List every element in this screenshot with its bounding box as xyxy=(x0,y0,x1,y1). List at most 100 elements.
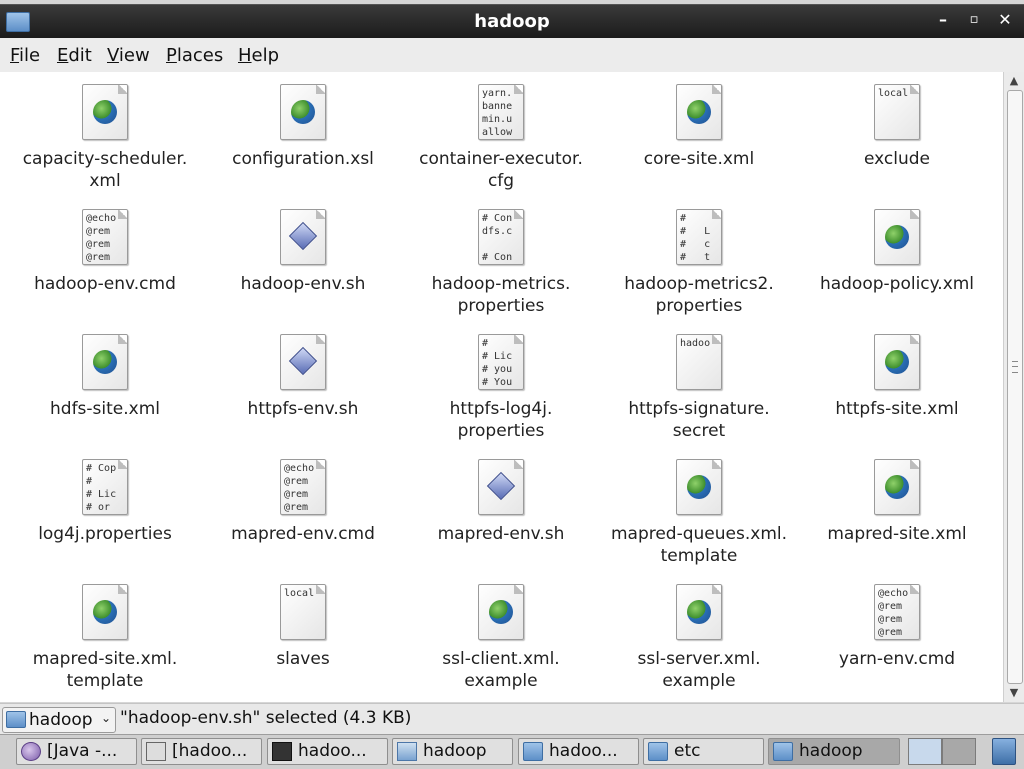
status-bar: hadoop ⌄ "hadoop-env.sh" selected (4.3 K… xyxy=(0,703,1024,734)
file-item[interactable]: local slaves xyxy=(204,584,402,709)
file-name: httpfs-env.sh xyxy=(247,399,359,419)
scroll-up-arrow-icon[interactable]: ▲ xyxy=(1007,74,1021,88)
menu-bar: File Edit View Places Help xyxy=(0,38,1024,73)
xml-file-icon xyxy=(82,84,128,140)
file-item[interactable]: hadoo httpfs-signature. secret xyxy=(600,334,798,459)
file-item[interactable]: # Cop # # Lic # or log4j.properties xyxy=(6,459,204,584)
taskbar-item-label: etc xyxy=(674,741,701,761)
file-preview-text: # # L # c # t xyxy=(680,213,711,263)
trash-icon[interactable] xyxy=(992,738,1016,765)
file-preview-text: @echo @rem @rem @rem xyxy=(86,213,117,263)
globe-icon xyxy=(687,475,711,499)
workspace-1-button[interactable] xyxy=(908,738,942,765)
file-preview-text: yarn. banne min.u allow xyxy=(482,88,513,138)
home-folder-icon xyxy=(397,742,417,761)
file-item[interactable]: mapred-env.sh xyxy=(402,459,600,584)
file-item[interactable]: capacity-scheduler. xml xyxy=(6,84,204,209)
globe-icon xyxy=(489,600,513,624)
xml-file-icon xyxy=(280,84,326,140)
workspace-2-button[interactable] xyxy=(942,738,976,765)
taskbar: [Java -... [hadoo... hadoo... hadoop had… xyxy=(0,734,1024,769)
vertical-scrollbar[interactable]: ▲ ▼ xyxy=(1003,72,1024,702)
xml-file-icon xyxy=(676,584,722,640)
file-name: capacity-scheduler. xml xyxy=(22,149,188,191)
xml-file-icon xyxy=(874,334,920,390)
terminal-icon xyxy=(272,742,292,761)
taskbar-item-label: [hadoo... xyxy=(172,741,248,761)
minimize-button[interactable]: – xyxy=(932,10,954,29)
file-item[interactable]: # # L # c # t hadoop-metrics2. properties xyxy=(600,209,798,334)
file-item[interactable]: yarn. banne min.u allow container-executo… xyxy=(402,84,600,209)
xml-file-icon xyxy=(874,459,920,515)
folder-icon xyxy=(773,742,793,761)
file-item[interactable]: hadoop-policy.xml xyxy=(798,209,996,334)
title-bar[interactable]: hadoop – ▫ ✕ xyxy=(0,4,1024,39)
menu-help[interactable]: Help xyxy=(238,45,279,66)
text-file-icon: local xyxy=(874,84,920,140)
menu-file[interactable]: File xyxy=(10,45,40,66)
file-item[interactable]: @echo @rem @rem @rem yarn-env.cmd xyxy=(798,584,996,709)
menu-view[interactable]: View xyxy=(107,45,150,66)
file-item[interactable]: core-site.xml xyxy=(600,84,798,209)
taskbar-item-hadoop-frame[interactable]: [hadoo... xyxy=(141,738,262,765)
file-preview-text: # Cop # # Lic # or xyxy=(86,463,117,513)
script-diamond-icon xyxy=(288,221,318,251)
file-name: exclude xyxy=(863,149,931,169)
xml-file-icon xyxy=(874,209,920,265)
maximize-button[interactable]: ▫ xyxy=(963,12,985,27)
file-item[interactable]: @echo @rem @rem @rem mapred-env.cmd xyxy=(204,459,402,584)
taskbar-item-hadoop-folder[interactable]: hadoo... xyxy=(518,738,639,765)
text-file-icon: local xyxy=(280,584,326,640)
menu-edit[interactable]: Edit xyxy=(57,45,92,66)
taskbar-item-label: hadoo... xyxy=(298,741,367,761)
text-file-icon: # Cop # # Lic # or xyxy=(82,459,128,515)
file-item[interactable]: mapred-site.xml. template xyxy=(6,584,204,709)
file-name: httpfs-site.xml xyxy=(835,399,959,419)
close-button[interactable]: ✕ xyxy=(994,10,1016,29)
file-item[interactable]: local exclude xyxy=(798,84,996,209)
taskbar-item-home-hadoop[interactable]: hadoop xyxy=(392,738,513,765)
file-item[interactable]: ssl-server.xml. example xyxy=(600,584,798,709)
file-preview-text: local xyxy=(878,88,909,99)
file-name: mapred-queues.xml. template xyxy=(610,524,788,566)
window-frame-icon xyxy=(146,742,166,761)
taskbar-item-etc[interactable]: etc xyxy=(643,738,764,765)
file-name: slaves xyxy=(276,649,330,669)
text-file-icon: @echo @rem @rem @rem xyxy=(82,209,128,265)
file-item[interactable]: # # Lic # you # You httpfs-log4j. propert… xyxy=(402,334,600,459)
location-select[interactable]: hadoop ⌄ xyxy=(2,707,116,733)
file-item[interactable]: @echo @rem @rem @rem hadoop-env.cmd xyxy=(6,209,204,334)
taskbar-item-label: [Java -... xyxy=(47,741,118,761)
file-name: log4j.properties xyxy=(38,524,172,544)
file-name: mapred-site.xml xyxy=(827,524,967,544)
file-item[interactable]: hdfs-site.xml xyxy=(6,334,204,459)
file-item[interactable]: ssl-client.xml. example xyxy=(402,584,600,709)
file-item[interactable]: configuration.xsl xyxy=(204,84,402,209)
globe-icon xyxy=(687,100,711,124)
file-item[interactable]: mapred-site.xml xyxy=(798,459,996,584)
file-item[interactable]: mapred-queues.xml. template xyxy=(600,459,798,584)
file-item[interactable]: # Con dfs.c # Con hadoop-metrics. propert… xyxy=(402,209,600,334)
chevron-down-icon: ⌄ xyxy=(100,711,111,725)
globe-icon xyxy=(93,350,117,374)
scrollbar-thumb[interactable] xyxy=(1007,90,1023,684)
file-name: ssl-client.xml. example xyxy=(442,649,560,691)
scroll-down-arrow-icon[interactable]: ▼ xyxy=(1007,686,1021,700)
file-item[interactable]: hadoop-env.sh xyxy=(204,209,402,334)
globe-icon xyxy=(93,100,117,124)
file-name: hadoop-env.sh xyxy=(240,274,366,294)
file-name: hadoop-env.cmd xyxy=(34,274,176,294)
taskbar-item-java[interactable]: [Java -... xyxy=(16,738,137,765)
file-name: hadoop-policy.xml xyxy=(819,274,975,294)
file-view[interactable]: capacity-scheduler. xml configuration.xsl… xyxy=(0,72,1003,702)
taskbar-item-terminal[interactable]: hadoo... xyxy=(267,738,388,765)
menu-places[interactable]: Places xyxy=(166,45,223,66)
globe-icon xyxy=(291,100,315,124)
taskbar-item-hadoop-active[interactable]: hadoop xyxy=(768,738,900,765)
file-item[interactable]: httpfs-env.sh xyxy=(204,334,402,459)
file-name: yarn-env.cmd xyxy=(838,649,956,669)
file-name: hadoop-metrics2. properties xyxy=(624,274,774,316)
script-diamond-icon xyxy=(486,471,516,501)
file-item[interactable]: httpfs-site.xml xyxy=(798,334,996,459)
taskbar-item-label: hadoop xyxy=(799,741,863,761)
